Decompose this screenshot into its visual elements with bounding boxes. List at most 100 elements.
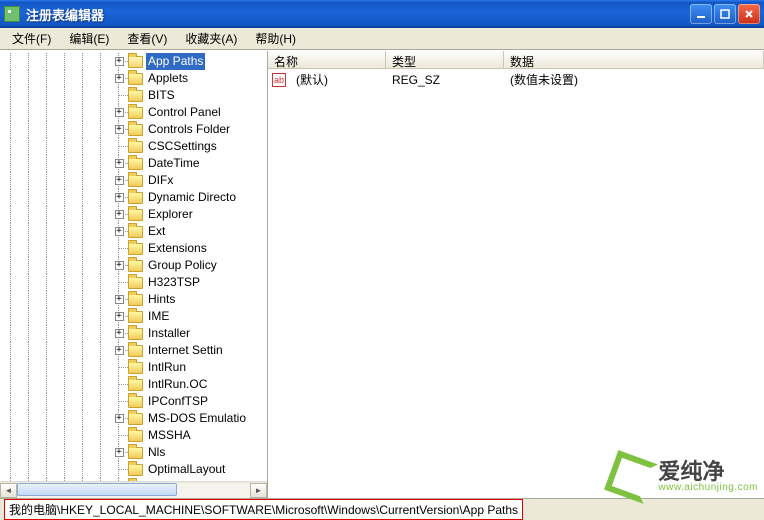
tree-node[interactable]: BITS xyxy=(2,87,267,104)
tree-node-label[interactable]: IntlRun.OC xyxy=(146,376,209,393)
tree-node[interactable]: IPConfTSP xyxy=(2,393,267,410)
tree-expander[interactable]: + xyxy=(115,125,124,134)
folder-icon xyxy=(128,260,143,272)
tree-node-label[interactable]: OptimalLayout xyxy=(146,461,227,478)
folder-icon xyxy=(128,345,143,357)
tree-expander[interactable]: + xyxy=(115,57,124,66)
menu-edit[interactable]: 编辑(E) xyxy=(61,28,117,49)
tree-node-label[interactable]: IPConfTSP xyxy=(146,393,210,410)
tree-node[interactable]: + Control Panel xyxy=(2,104,267,121)
tree-node-label[interactable]: Explorer xyxy=(146,206,195,223)
maximize-button[interactable] xyxy=(714,4,736,24)
tree-node[interactable]: + App Paths xyxy=(2,53,267,70)
tree-node[interactable]: Extensions xyxy=(2,240,267,257)
tree-node-label[interactable]: Dynamic Directo xyxy=(146,189,238,206)
close-button[interactable] xyxy=(738,4,760,24)
tree-expander[interactable]: + xyxy=(115,295,124,304)
values-list[interactable]: (默认)REG_SZ(数值未设置) xyxy=(268,69,764,498)
tree-node[interactable]: CSCSettings xyxy=(2,138,267,155)
tree-node-label[interactable]: CSCSettings xyxy=(146,138,219,155)
scroll-track[interactable] xyxy=(17,483,250,498)
tree-node[interactable]: + Internet Settin xyxy=(2,342,267,359)
folder-icon xyxy=(128,413,143,425)
tree-expander[interactable]: + xyxy=(115,346,124,355)
tree-node[interactable]: MSSHA xyxy=(2,427,267,444)
folder-icon xyxy=(128,379,143,391)
tree-expander[interactable]: + xyxy=(115,210,124,219)
tree-node-label[interactable]: H323TSP xyxy=(146,274,202,291)
tree-node[interactable]: + Installer xyxy=(2,325,267,342)
folder-icon xyxy=(128,175,143,187)
tree-node-label[interactable]: Ext xyxy=(146,223,167,240)
tree-node[interactable]: + Dynamic Directo xyxy=(2,189,267,206)
tree-node-label[interactable]: IntlRun xyxy=(146,359,188,376)
folder-icon xyxy=(128,73,143,85)
tree-expander[interactable]: + xyxy=(115,193,124,202)
tree-node[interactable]: H323TSP xyxy=(2,274,267,291)
scroll-thumb[interactable] xyxy=(17,483,177,496)
tree-expander[interactable]: + xyxy=(115,159,124,168)
folder-icon xyxy=(128,226,143,238)
tree-node[interactable]: OptimalLayout xyxy=(2,461,267,478)
tree-node-label[interactable]: Installer xyxy=(146,325,192,342)
tree-node-label[interactable]: BITS xyxy=(146,87,177,104)
tree-node[interactable]: + Nls xyxy=(2,444,267,461)
tree-node-label[interactable]: DateTime xyxy=(146,155,202,172)
folder-icon xyxy=(128,396,143,408)
tree-node[interactable]: + MS-DOS Emulatio xyxy=(2,410,267,427)
tree-node-label[interactable]: Nls xyxy=(146,444,167,461)
tree-node[interactable]: + Hints xyxy=(2,291,267,308)
tree-horizontal-scrollbar[interactable]: ◄ ► xyxy=(0,481,267,498)
menu-file[interactable]: 文件(F) xyxy=(4,28,59,49)
tree-node-label[interactable]: MSSHA xyxy=(146,427,193,444)
registry-tree[interactable]: + App Paths + AppletsBITS + Control Panel + Con… xyxy=(0,51,267,481)
tree-node[interactable]: + Explorer xyxy=(2,206,267,223)
tree-node[interactable]: + IME xyxy=(2,308,267,325)
tree-node[interactable]: + DateTime xyxy=(2,155,267,172)
folder-icon xyxy=(128,209,143,221)
tree-node-label[interactable]: MS-DOS Emulatio xyxy=(146,410,248,427)
tree-expander[interactable]: + xyxy=(115,414,124,423)
menu-help[interactable]: 帮助(H) xyxy=(247,28,304,49)
tree-expander[interactable]: + xyxy=(115,261,124,270)
status-path: 我的电脑\HKEY_LOCAL_MACHINE\SOFTWARE\Microso… xyxy=(4,499,523,520)
tree-node[interactable]: + Applets xyxy=(2,70,267,87)
tree-node-label[interactable]: Internet Settin xyxy=(146,342,225,359)
tree-expander[interactable]: + xyxy=(115,74,124,83)
tree-node[interactable]: IntlRun.OC xyxy=(2,376,267,393)
window-buttons xyxy=(690,4,760,24)
tree-node-label[interactable]: IME xyxy=(146,308,171,325)
tree-node[interactable]: + DIFx xyxy=(2,172,267,189)
minimize-button[interactable] xyxy=(690,4,712,24)
tree-expander[interactable]: + xyxy=(115,108,124,117)
tree-expander[interactable]: + xyxy=(115,448,124,457)
tree-node-label[interactable]: App Paths xyxy=(146,53,205,70)
tree-expander[interactable]: + xyxy=(115,312,124,321)
tree-node-label[interactable]: DIFx xyxy=(146,172,175,189)
column-type[interactable]: 类型 xyxy=(386,51,504,68)
column-data[interactable]: 数据 xyxy=(504,51,764,68)
tree-node-label[interactable]: Hints xyxy=(146,291,177,308)
menu-favorites[interactable]: 收藏夹(A) xyxy=(177,28,245,49)
tree-node-label[interactable]: Controls Folder xyxy=(146,121,232,138)
tree-node-label[interactable]: Control Panel xyxy=(146,104,223,121)
tree-node[interactable]: + Ext xyxy=(2,223,267,240)
tree-expander[interactable]: + xyxy=(115,329,124,338)
tree-node[interactable]: + Group Policy xyxy=(2,257,267,274)
column-name[interactable]: 名称 xyxy=(268,51,386,68)
menu-view[interactable]: 查看(V) xyxy=(119,28,175,49)
tree-expander[interactable]: + xyxy=(115,227,124,236)
value-row[interactable]: (默认)REG_SZ(数值未设置) xyxy=(268,71,764,88)
scroll-left-button[interactable]: ◄ xyxy=(0,483,17,498)
tree-node[interactable]: + Controls Folder xyxy=(2,121,267,138)
folder-icon xyxy=(128,90,143,102)
tree-node-label[interactable]: Applets xyxy=(146,70,190,87)
tree-node-label[interactable]: Group Policy xyxy=(146,257,219,274)
tree-expander[interactable]: + xyxy=(115,176,124,185)
scroll-right-button[interactable]: ► xyxy=(250,483,267,498)
tree-node-label[interactable]: Extensions xyxy=(146,240,209,257)
folder-icon xyxy=(128,124,143,136)
tree-node[interactable]: IntlRun xyxy=(2,359,267,376)
value-type: REG_SZ xyxy=(386,73,504,87)
statusbar: 我的电脑\HKEY_LOCAL_MACHINE\SOFTWARE\Microso… xyxy=(0,498,764,520)
